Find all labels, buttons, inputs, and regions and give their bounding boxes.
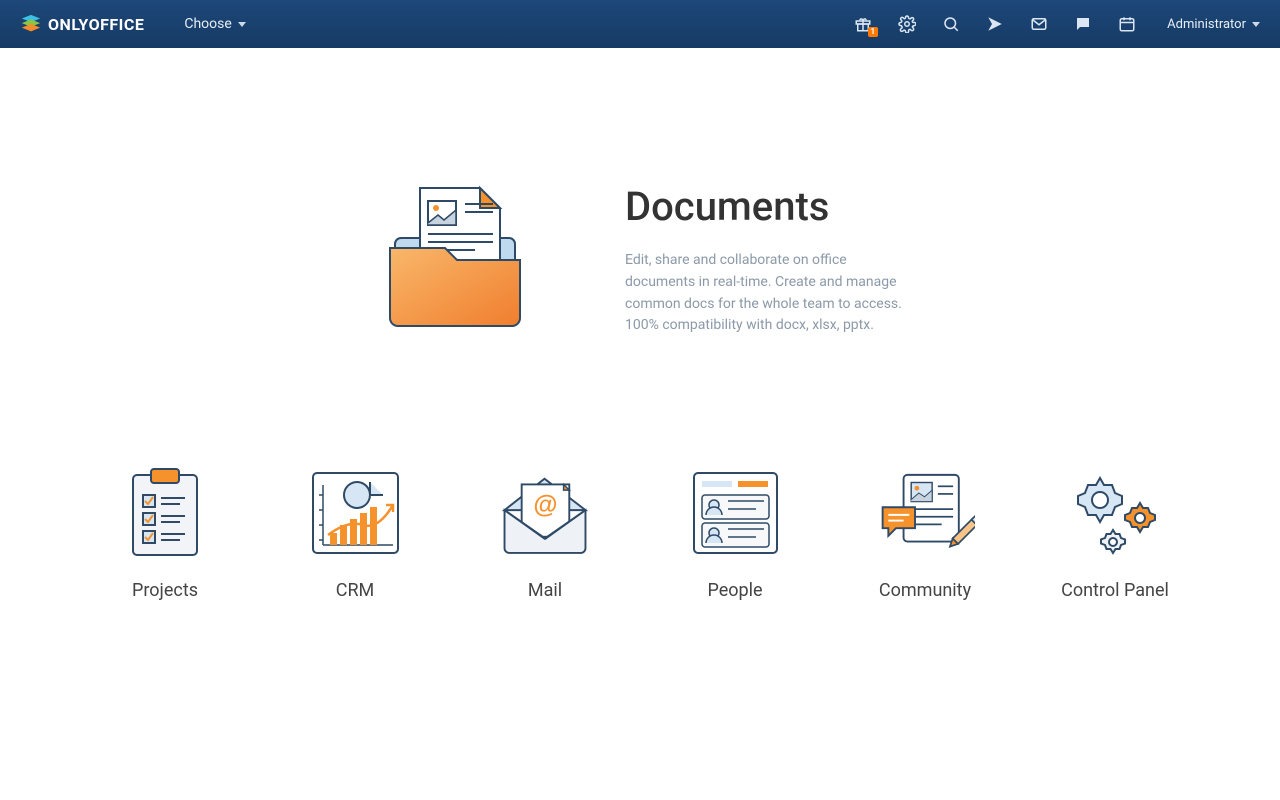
- module-label: Control Panel: [1061, 580, 1169, 601]
- module-label: People: [707, 580, 762, 601]
- chat-icon[interactable]: [1073, 14, 1093, 34]
- documents-hero-icon: [365, 168, 545, 352]
- svg-text:@: @: [533, 491, 557, 518]
- hero-description: Edit, share and collaborate on office do…: [625, 250, 915, 337]
- module-community[interactable]: Community: [865, 462, 985, 601]
- user-label: Administrator: [1167, 17, 1246, 32]
- community-icon: [875, 462, 975, 562]
- modules-grid: Projects CRM: [105, 462, 1175, 601]
- module-control-panel[interactable]: Control Panel: [1055, 462, 1175, 601]
- mail-module-icon: @: [495, 462, 595, 562]
- user-menu[interactable]: Administrator: [1167, 17, 1260, 32]
- mail-icon[interactable]: [1029, 14, 1049, 34]
- module-label: Community: [879, 580, 971, 601]
- module-people[interactable]: People: [675, 462, 795, 601]
- chevron-down-icon: [1252, 22, 1260, 27]
- module-label: Projects: [132, 580, 198, 601]
- control-panel-icon: [1065, 462, 1165, 562]
- gift-icon[interactable]: 1: [853, 14, 873, 34]
- logo-icon: [20, 13, 42, 35]
- people-icon: [685, 462, 785, 562]
- crm-icon: [305, 462, 405, 562]
- topbar-actions: 1: [853, 14, 1137, 34]
- hero-text: Documents Edit, share and collaborate on…: [625, 183, 915, 337]
- module-crm[interactable]: CRM: [295, 462, 415, 601]
- brand-logo[interactable]: ONLYOFFICE: [20, 13, 144, 35]
- main-content: Documents Edit, share and collaborate on…: [0, 48, 1280, 601]
- choose-menu[interactable]: Choose: [184, 16, 245, 32]
- projects-icon: [115, 462, 215, 562]
- hero: Documents Edit, share and collaborate on…: [365, 168, 915, 352]
- calendar-icon[interactable]: [1117, 14, 1137, 34]
- topbar: ONLYOFFICE Choose 1: [0, 0, 1280, 48]
- brand-text: ONLYOFFICE: [48, 15, 144, 34]
- search-icon[interactable]: [941, 14, 961, 34]
- module-projects[interactable]: Projects: [105, 462, 225, 601]
- feed-icon[interactable]: [985, 14, 1005, 34]
- hero-title: Documents: [625, 183, 915, 230]
- choose-label: Choose: [184, 16, 231, 32]
- module-label: Mail: [528, 580, 562, 601]
- gift-badge: 1: [868, 27, 879, 37]
- module-label: CRM: [336, 580, 375, 601]
- gear-icon[interactable]: [897, 14, 917, 34]
- chevron-down-icon: [238, 22, 246, 27]
- module-mail[interactable]: @ Mail: [485, 462, 605, 601]
